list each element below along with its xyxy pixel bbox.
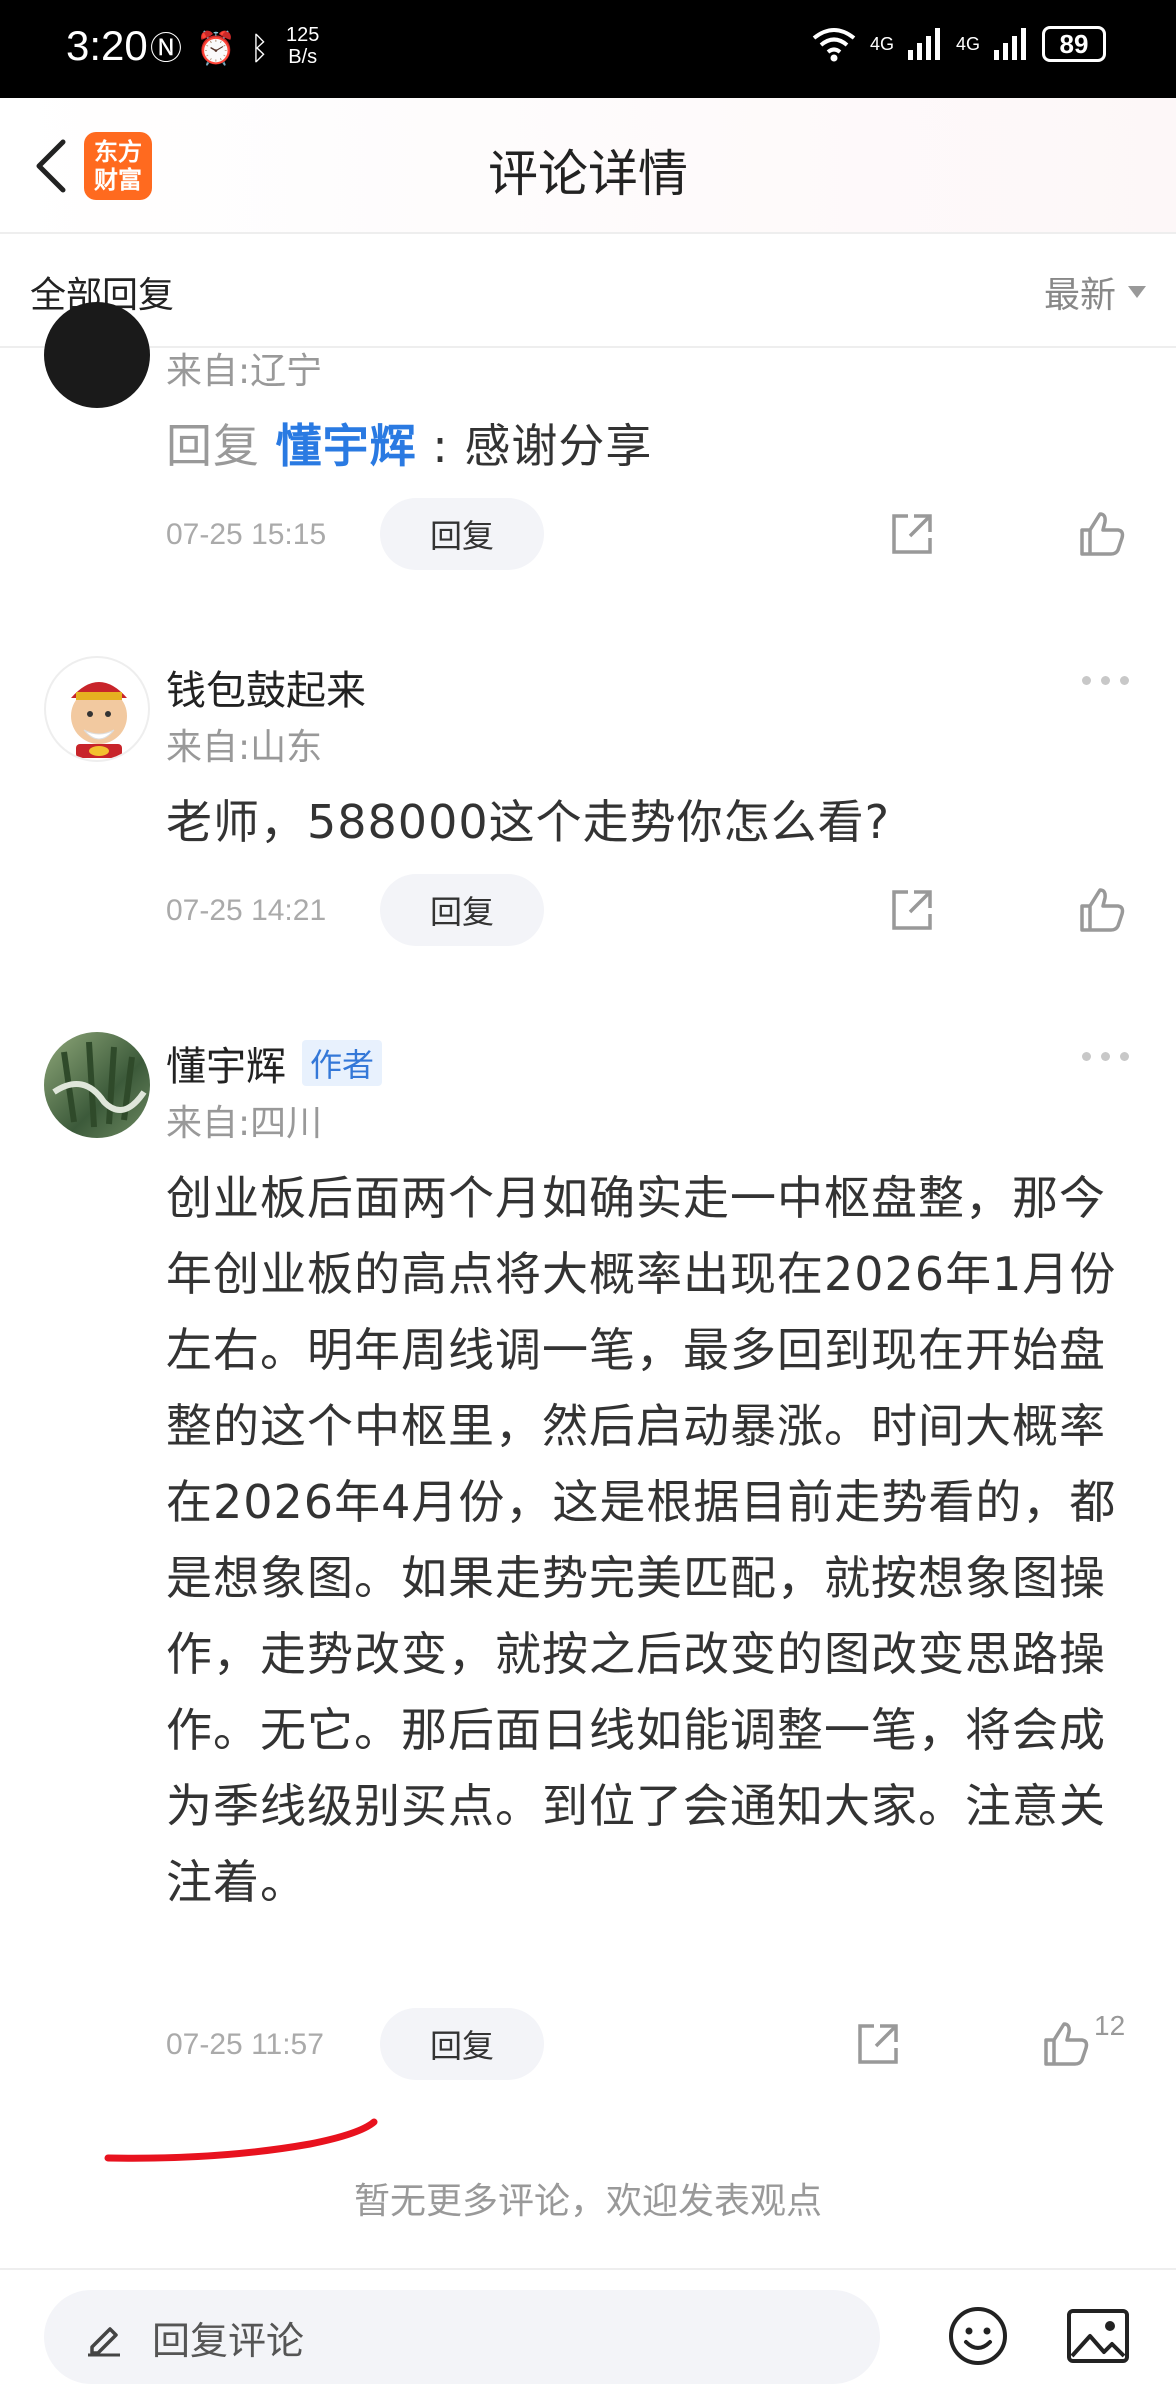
- battery-indicator: 89: [1042, 26, 1106, 62]
- network-type-1: 4G: [869, 33, 894, 54]
- avatar[interactable]: [44, 1032, 150, 1138]
- thumbs-up-icon[interactable]: [1076, 508, 1128, 560]
- comment-body: 感谢分享: [464, 419, 653, 473]
- thumbs-up-icon[interactable]: [1076, 884, 1128, 936]
- share-icon[interactable]: [886, 884, 938, 936]
- comment-item: 来自:辽宁 回复 懂宇辉 : 感谢分享 07-25 15:15 回复: [0, 302, 1176, 598]
- status-time: 3:20: [66, 22, 148, 69]
- comment-time: 07-25 15:15: [166, 518, 327, 551]
- reply-comment-input[interactable]: 回复评论: [44, 2290, 880, 2384]
- avatar-image: [71, 682, 127, 758]
- signal-icon: [907, 28, 940, 60]
- comment-location: 来自:山东: [166, 727, 323, 768]
- sort-label: 最新: [1043, 275, 1116, 316]
- page-title: 评论详情: [488, 145, 688, 203]
- avatar-image: [52, 1041, 147, 1128]
- comment-location: 来自:辽宁: [166, 351, 323, 392]
- alarm-icon: ⏰: [196, 29, 236, 67]
- author-badge: 作者: [302, 1040, 383, 1086]
- bottom-bar: 回复评论: [0, 2268, 1176, 2400]
- speed-value: 125: [286, 24, 320, 46]
- share-icon[interactable]: [886, 508, 938, 560]
- network-type-2: 4G: [955, 33, 980, 54]
- pencil-icon: [88, 2327, 120, 2357]
- thumbs-up-icon[interactable]: [1040, 2018, 1092, 2070]
- comment-time: 07-25 14:21: [166, 894, 327, 927]
- comment-time: 07-25 11:57: [166, 2028, 324, 2061]
- comment-username[interactable]: 钱包鼓起来: [166, 658, 366, 716]
- comment-location: 来自:四川: [166, 1103, 323, 1144]
- status-right: 4G 4G 89: [812, 26, 1106, 62]
- reply-button[interactable]: 回复: [380, 874, 544, 946]
- red-underline-annotation: [104, 2118, 378, 2162]
- like-count: 12: [1094, 2010, 1126, 2041]
- image-icon[interactable]: [1066, 2306, 1130, 2366]
- comment-item: 钱包鼓起来 来自:山东 老师，588000这个走势你怎么看? 07-25 14:…: [0, 650, 1176, 970]
- comment-text: 老师，588000这个走势你怎么看?: [166, 795, 891, 849]
- more-options-icon[interactable]: [1082, 676, 1130, 690]
- reply-separator: :: [416, 419, 465, 473]
- status-icons: Ⓝ ⏰ ᛒ: [150, 28, 269, 68]
- app-header: 东方 财富 评论详情: [0, 98, 1176, 234]
- comment-item: 懂宇辉 作者 来自:四川 创业板后面两个月如确实走一中枢盘整，那今年创业板的高点将…: [0, 1026, 1176, 2086]
- author-name: 懂宇辉: [166, 1044, 286, 1090]
- reply-prefix: 回复: [166, 419, 276, 473]
- more-options-icon[interactable]: [1082, 1052, 1130, 1066]
- comment-username[interactable]: 懂宇辉 作者: [166, 1034, 383, 1092]
- reply-button[interactable]: 回复: [380, 2008, 544, 2080]
- no-more-comments-text: 暂无更多评论，欢迎发表观点: [353, 2181, 822, 2222]
- emoji-icon[interactable]: [946, 2304, 1010, 2368]
- comment-text: 回复 懂宇辉 : 感谢分享: [166, 408, 1136, 484]
- filter-row: 全部回复 最新: [0, 234, 1176, 348]
- comment-text: 创业板后面两个月如确实走一中枢盘整，那今年创业板的高点将大概率出现在2026年1…: [166, 1171, 1117, 1909]
- comment-detail-screen: 3:20 Ⓝ ⏰ ᛒ 125 B/s 4G 4G 89 东方 财富 评论详情 全…: [0, 0, 1176, 2400]
- network-speed: 125 B/s: [286, 24, 319, 68]
- sort-dropdown[interactable]: 最新: [1044, 266, 1146, 318]
- mention-user-link[interactable]: 懂宇辉: [276, 419, 417, 473]
- status-bar: 3:20 Ⓝ ⏰ ᛒ 125 B/s 4G 4G 89: [0, 0, 1176, 98]
- wifi-icon: [812, 28, 856, 62]
- signal-icon: [994, 28, 1026, 60]
- reply-button[interactable]: 回复: [380, 498, 544, 570]
- speed-unit: B/s: [288, 46, 318, 68]
- avatar[interactable]: [44, 656, 150, 762]
- chevron-down-icon: [1128, 286, 1146, 298]
- avatar[interactable]: [44, 302, 150, 408]
- nfc-icon: Ⓝ: [150, 29, 183, 67]
- reply-input-placeholder: 回复评论: [152, 2318, 305, 2363]
- bluetooth-icon: ᛒ: [249, 29, 270, 67]
- share-icon[interactable]: [852, 2018, 904, 2070]
